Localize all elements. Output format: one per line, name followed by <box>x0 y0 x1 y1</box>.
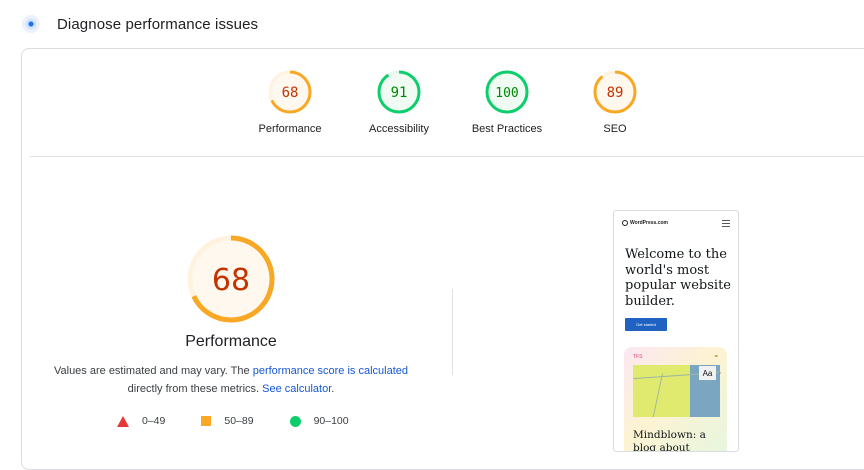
note-text-2: directly from these metrics. <box>127 383 263 395</box>
legend-fail: 0–49 <box>117 415 165 427</box>
preview-topbar: WordPress.com <box>622 218 730 228</box>
legend-average: 50–89 <box>201 415 254 427</box>
wordpress-logo-icon <box>622 220 628 226</box>
pass-circle-icon <box>289 415 301 427</box>
preview-aa-badge: Aa <box>699 366 716 380</box>
preview-logo: WordPress.com <box>622 220 668 226</box>
fail-triangle-icon <box>117 415 129 427</box>
gauge-accessibility-value: 91 <box>391 85 408 101</box>
hamburger-menu-icon <box>722 219 730 227</box>
score-summary: 68 Performance 91 Accessibility 100 Best… <box>22 49 864 157</box>
gauge-performance[interactable]: 68 Performance <box>240 69 340 135</box>
gauge-seo-value: 89 <box>607 85 624 101</box>
note-text-3: . <box>331 383 335 395</box>
section-header: Diagnose performance issues <box>22 10 258 38</box>
report-card: 68 Performance 91 Accessibility 100 Best… <box>21 48 864 470</box>
preview-card-top: TFS = <box>633 354 718 360</box>
performance-score-link[interactable]: performance score is calculated <box>253 365 408 377</box>
gauge-performance-value: 68 <box>282 85 299 101</box>
gauge-accessibility-label: Accessibility <box>369 123 429 135</box>
performance-gauge-large: 68 <box>187 235 275 323</box>
score-legend: 0–49 50–89 90–100 <box>117 415 349 427</box>
gauge-seo-ring: 89 <box>593 70 637 114</box>
see-calculator-link[interactable]: See calculator <box>262 383 331 395</box>
average-square-icon <box>201 416 212 426</box>
preview-logo-text: WordPress.com <box>630 220 668 226</box>
equals-icon: = <box>714 354 718 360</box>
preview-get-started-button: Get started <box>625 318 667 331</box>
preview-card-text: Mindblown: a blog about philosophy. <box>633 429 706 452</box>
lighthouse-pulse-icon <box>22 15 40 33</box>
preview-headline: Welcome to the world's most popular webs… <box>625 247 731 309</box>
gauge-best-practices-value: 100 <box>495 86 518 101</box>
gauge-best-practices-ring: 100 <box>485 70 529 114</box>
gauge-accessibility[interactable]: 91 Accessibility <box>349 69 449 135</box>
gauge-performance-label: Performance <box>258 123 322 135</box>
gauge-best-practices[interactable]: 100 Best Practices <box>457 69 557 135</box>
legend-fail-range: 0–49 <box>142 415 166 427</box>
preview-card: TFS = Aa × Mindblown: a blog about philo… <box>624 347 727 452</box>
gauge-accessibility-ring: 91 <box>377 70 421 114</box>
legend-pass: 90–100 <box>289 415 349 427</box>
performance-score-value: 68 <box>212 263 250 298</box>
gauge-best-practices-label: Best Practices <box>471 123 543 135</box>
preview-card-tag: TFS <box>633 354 643 360</box>
gauge-seo[interactable]: 89 SEO <box>565 69 665 135</box>
page-screenshot-preview[interactable]: WordPress.com Welcome to the world's mos… <box>613 210 739 452</box>
vertical-divider <box>452 289 453 375</box>
legend-pass-range: 90–100 <box>313 415 349 427</box>
close-icon: × <box>719 370 722 375</box>
gauge-performance-ring: 68 <box>268 70 312 114</box>
summary-divider <box>30 156 864 157</box>
legend-average-range: 50–89 <box>224 415 254 427</box>
section-title: Diagnose performance issues <box>57 15 259 33</box>
note-text-1: Values are estimated and may vary. The <box>53 365 253 377</box>
metrics-note: Values are estimated and may vary. The p… <box>42 362 420 398</box>
performance-heading: Performance <box>185 333 277 350</box>
gauge-seo-label: SEO <box>603 123 627 135</box>
